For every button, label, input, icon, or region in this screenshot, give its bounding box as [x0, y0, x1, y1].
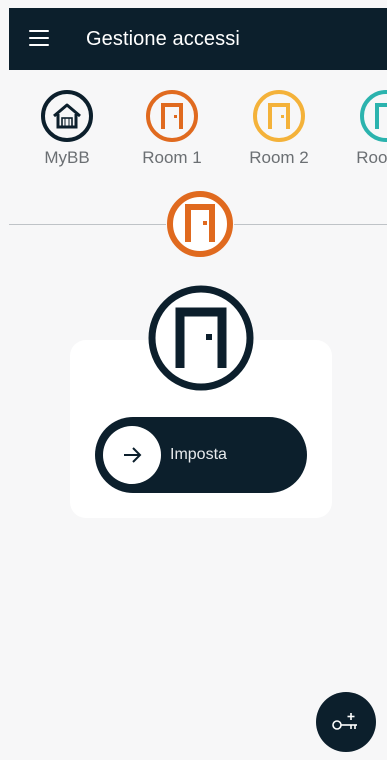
add-key-button[interactable] [316, 692, 376, 752]
room-label: Room 1 [142, 148, 202, 167]
app-screen: Gestione accessi MyBB Room 1 Room 2 Roo … [9, 8, 387, 760]
door-icon [147, 284, 255, 392]
door-icon [167, 191, 233, 257]
room-item-room-3[interactable]: Room 3 [342, 90, 387, 168]
app-bar: Gestione accessi [9, 8, 387, 70]
door-icon [253, 90, 305, 142]
slider-label: Imposta [170, 446, 227, 463]
arrow-right-icon [124, 447, 142, 463]
home-icon [41, 90, 93, 142]
selected-room-indicator [166, 190, 234, 258]
room-item-room-2[interactable]: Room 2 [235, 90, 323, 168]
hamburger-menu-icon[interactable] [29, 30, 49, 48]
slider-knob[interactable] [103, 426, 161, 484]
room-item-mybb[interactable]: MyBB [23, 90, 111, 168]
room-label: Room 3 [356, 148, 387, 167]
room-label: Room 2 [249, 148, 309, 167]
door-icon [146, 90, 198, 142]
room-item-room-1[interactable]: Room 1 [128, 90, 216, 168]
app-title: Gestione accessi [86, 28, 240, 50]
room-label: MyBB [44, 148, 90, 167]
add-key-icon [332, 713, 357, 730]
door-icon [360, 90, 387, 142]
imposta-slider[interactable]: Imposta [95, 417, 307, 493]
